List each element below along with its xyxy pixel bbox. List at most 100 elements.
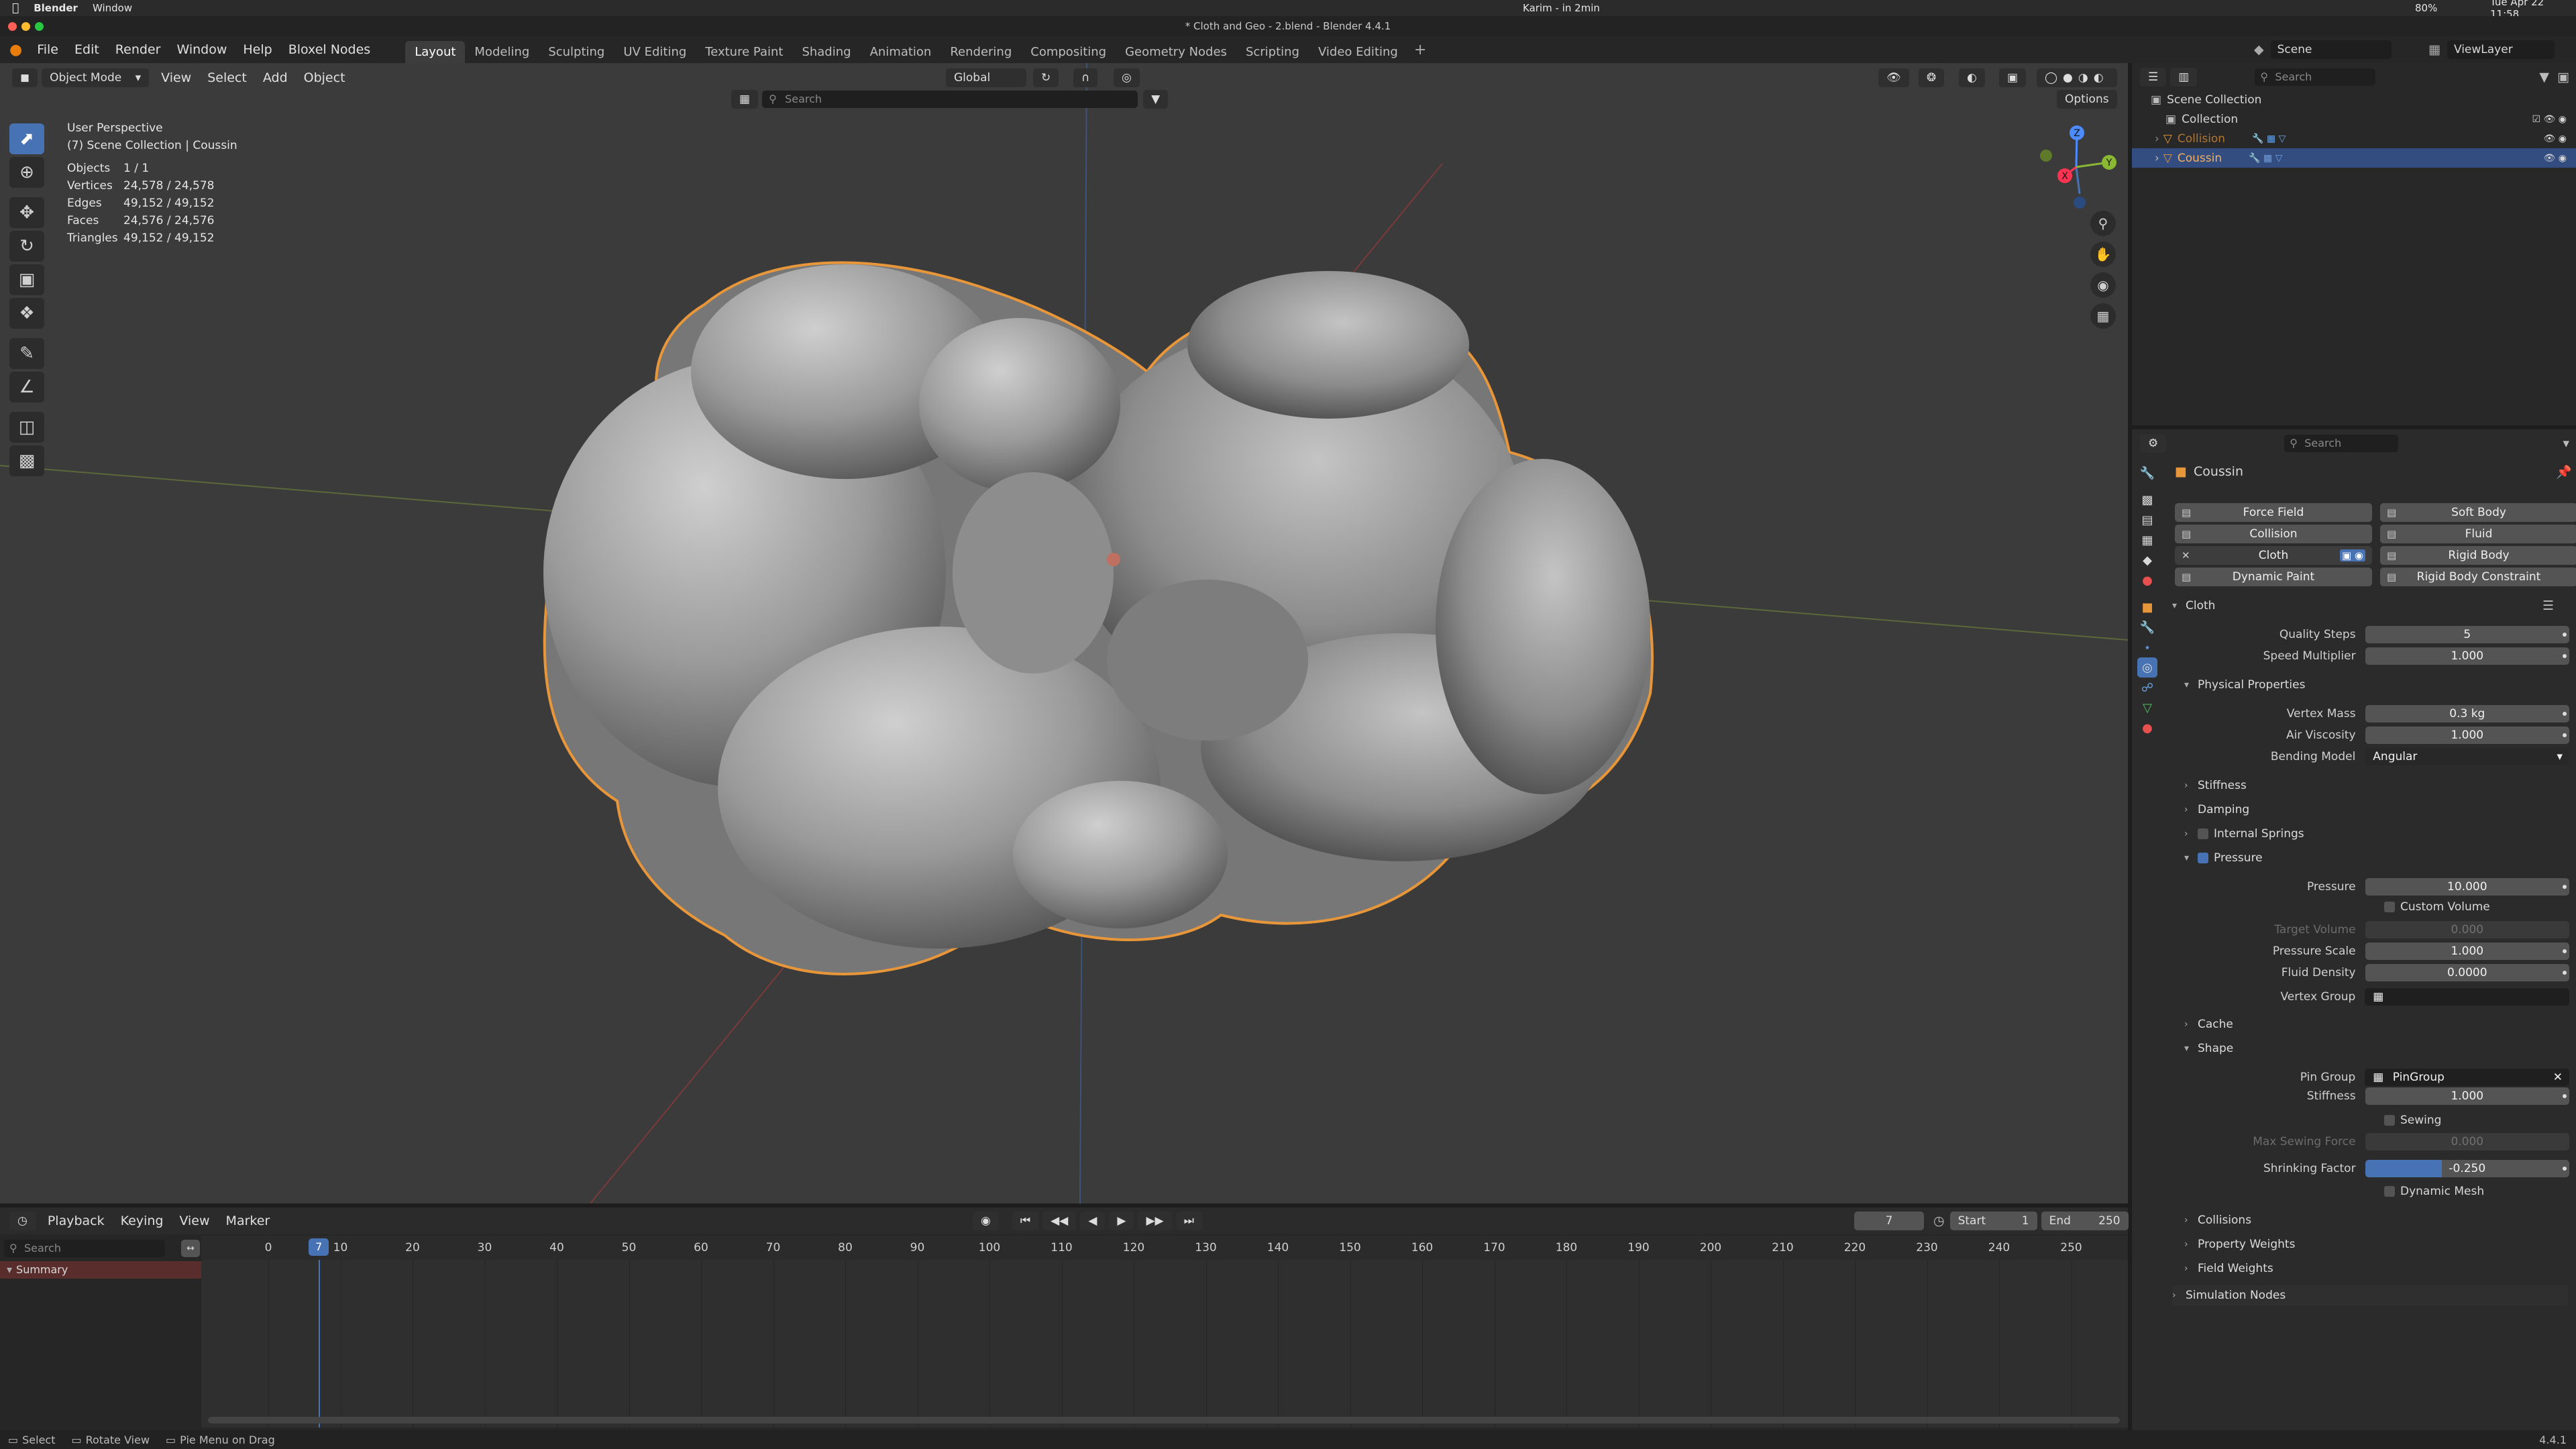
gizmo-neg-y-axis[interactable] — [2040, 150, 2052, 162]
timeline-editor-type[interactable]: ◷ — [9, 1212, 36, 1230]
tool-tab-icon[interactable]: 🔧 — [2137, 463, 2157, 483]
shrinking-factor-slider[interactable]: -0.250 — [2365, 1160, 2569, 1177]
physics-rigid-body-constraint-button[interactable]: ▤ Rigid Body Constraint — [2380, 568, 2576, 586]
menu-window[interactable]: Window — [168, 42, 235, 57]
keyframe-dot-icon[interactable] — [2563, 971, 2567, 975]
bending-model-dropdown[interactable]: Angular ▾ — [2365, 748, 2569, 765]
viewport-menu-add[interactable]: Add — [255, 70, 296, 85]
mode-dropdown[interactable]: Object Mode ▾ — [42, 68, 150, 87]
filter-icon[interactable]: ▼ — [2539, 70, 2549, 85]
material-tab-icon[interactable]: ● — [2137, 718, 2157, 738]
current-frame-field[interactable]: 7 — [1854, 1212, 1924, 1230]
physical-properties-header[interactable]: ▾ Physical Properties — [2184, 675, 2305, 695]
window-menu[interactable]: Window — [93, 2, 132, 14]
stopwatch-icon[interactable]: ◷ — [1933, 1214, 1945, 1228]
record-button[interactable]: ◉ — [973, 1212, 999, 1230]
chevron-right-icon[interactable]: › — [2155, 152, 2159, 165]
viewlayer-selector[interactable]: ▦ ViewLayer — [2428, 40, 2555, 59]
move-tool[interactable]: ✥ — [9, 197, 44, 228]
pressure-panel-header[interactable]: ▾ Pressure — [2184, 848, 2263, 868]
menu-file[interactable]: File — [29, 42, 66, 57]
viewport-menu-object[interactable]: Object — [296, 70, 354, 85]
internal-springs-checkbox[interactable] — [2198, 828, 2208, 839]
swap-icon[interactable]: ↔ — [181, 1240, 200, 1257]
particles-tab-icon[interactable]: ⋆ — [2137, 637, 2157, 657]
keyframe-dot-icon[interactable] — [2563, 949, 2567, 953]
physics-dynamic-paint-button[interactable]: ▤ Dynamic Paint — [2175, 568, 2372, 586]
vertex-group-field[interactable]: ▦ — [2365, 988, 2569, 1006]
cloth-enabled-icons[interactable]: ▣ ◉ — [2339, 549, 2365, 561]
cache-panel-header[interactable]: › Cache — [2184, 1014, 2233, 1034]
chevron-right-icon[interactable]: › — [2155, 132, 2159, 146]
physics-fluid-button[interactable]: ▤ Fluid — [2380, 525, 2576, 543]
cloth-panel-header[interactable]: ▾ Cloth — [2172, 596, 2215, 616]
summary-channel[interactable]: ▾ Summary — [0, 1261, 201, 1279]
target-volume-field[interactable]: 0.000 — [2365, 921, 2569, 938]
menu-bloxel-nodes[interactable]: Bloxel Nodes — [280, 42, 379, 57]
air-viscosity-field[interactable]: 1.000 — [2365, 727, 2569, 744]
overlay-toggle-button[interactable]: ◐ — [1959, 68, 1985, 87]
start-frame-field[interactable]: Start 1 — [1949, 1212, 2037, 1230]
simulation-nodes-panel-header[interactable]: › Simulation Nodes — [2172, 1285, 2568, 1305]
dynamic-mesh-row[interactable]: Dynamic Mesh — [2384, 1185, 2484, 1198]
menu-render[interactable]: Render — [107, 42, 169, 57]
presets-list-icon[interactable]: ☰ — [2542, 598, 2554, 613]
tab-texture-paint[interactable]: Texture Paint — [696, 41, 792, 63]
zoom-view-button[interactable]: ⚲ — [2090, 211, 2116, 236]
editor-type-button[interactable]: ◼ — [12, 68, 38, 87]
tab-geometry-nodes[interactable]: Geometry Nodes — [1116, 41, 1236, 63]
physics-rigid-body-button[interactable]: ▤ Rigid Body — [2380, 546, 2576, 565]
timeline-search-input[interactable]: ⚲ Search — [4, 1240, 165, 1257]
playhead-frame-indicator[interactable]: 7 — [309, 1238, 329, 1256]
select-box-mode-button[interactable]: ▦ — [731, 90, 759, 109]
render-tab-icon[interactable]: ▩ — [2137, 490, 2157, 510]
tab-compositing[interactable]: Compositing — [1021, 41, 1116, 63]
viewport-search-input[interactable]: ⚲ Search — [762, 91, 1138, 108]
tab-scripting[interactable]: Scripting — [1236, 41, 1309, 63]
keyframe-area[interactable] — [201, 1260, 2128, 1428]
wireframe-shading-icon[interactable]: ◯ — [2045, 71, 2057, 85]
transform-orientation-dropdown[interactable]: Global — [946, 68, 1026, 87]
custom-volume-checkbox[interactable] — [2384, 902, 2395, 912]
viewport-menu-select[interactable]: Select — [199, 70, 255, 85]
custom-volume-row[interactable]: Custom Volume — [2384, 900, 2490, 914]
tree-scene-collection[interactable]: ▣ Scene Collection — [2132, 90, 2576, 109]
object-tab-icon[interactable]: ■ — [2137, 597, 2157, 617]
physics-force-field-button[interactable]: ▤ Force Field — [2175, 503, 2372, 522]
cushion-mesh-object[interactable] — [523, 197, 1690, 1016]
physics-tab-icon[interactable]: ◎ — [2137, 657, 2157, 678]
add-workspace-icon[interactable]: + — [1414, 42, 1426, 58]
field-weights-panel-header[interactable]: › Field Weights — [2184, 1258, 2273, 1279]
timeline-menu-view[interactable]: View — [171, 1214, 217, 1228]
collisions-panel-header[interactable]: › Collisions — [2184, 1210, 2251, 1230]
visibility-button[interactable]: 👁 — [1878, 68, 1909, 87]
gizmo-toggle-button[interactable]: ❂ — [1919, 68, 1945, 87]
properties-editor[interactable]: ⚙ ⚲ Search ▾ 🔧 ▩ ▤ ▦ ◆ ● ■ 🔧 ⋆ ◎ ☍ ▽ ● ■… — [2132, 429, 2576, 1430]
measure-tool[interactable]: ∠ — [9, 372, 44, 402]
apple-icon[interactable]:  — [12, 1, 19, 15]
visibility-icon[interactable]: 👁 ◉ — [2544, 153, 2567, 164]
select-box-tool[interactable]: ⬈ — [9, 123, 44, 154]
keyframe-dot-icon[interactable] — [2563, 1167, 2567, 1171]
tab-shading[interactable]: Shading — [792, 41, 860, 63]
timeline-menu-playback[interactable]: Playback — [40, 1214, 113, 1228]
blender-logo-icon[interactable]: ● — [9, 42, 22, 58]
timeline-editor[interactable]: ◷ Playback Keying View Marker ◉ ⏮ ◀◀ ◀ ▶ ▶▶… — [0, 1208, 2129, 1430]
material-shading-icon[interactable]: ◑ — [2078, 71, 2088, 85]
damping-panel-header[interactable]: › Damping — [2184, 800, 2249, 820]
xray-toggle-button[interactable]: ▣ — [1999, 68, 2027, 87]
modifier-icon[interactable]: 🔧 ▦ ▽ — [2249, 153, 2282, 164]
cursor-tool[interactable]: ⊕ — [9, 157, 44, 188]
checkbox-icon[interactable]: ☑ 👁 ◉ — [2532, 114, 2567, 125]
scene-selector[interactable]: ◆ Scene — [2254, 40, 2392, 59]
world-tab-icon[interactable]: ● — [2137, 570, 2157, 590]
snap-button[interactable]: ∩ — [1073, 68, 1098, 87]
dynamic-mesh-checkbox[interactable] — [2384, 1186, 2395, 1197]
keyframe-dot-icon[interactable] — [2563, 733, 2567, 737]
timeline-menu-marker[interactable]: Marker — [218, 1214, 278, 1228]
keyframe-dot-icon[interactable] — [2563, 633, 2567, 637]
outliner-editor[interactable]: ☰ ▥ ⚲ Search ▼ ▣ ▣ Scene Collection ▣ Co… — [2132, 63, 2576, 425]
modifier-tab-icon[interactable]: 🔧 — [2137, 617, 2157, 637]
output-tab-icon[interactable]: ▤ — [2137, 510, 2157, 530]
shading-mode-buttons[interactable]: ◯ ● ◑ ◐ — [2037, 68, 2117, 87]
